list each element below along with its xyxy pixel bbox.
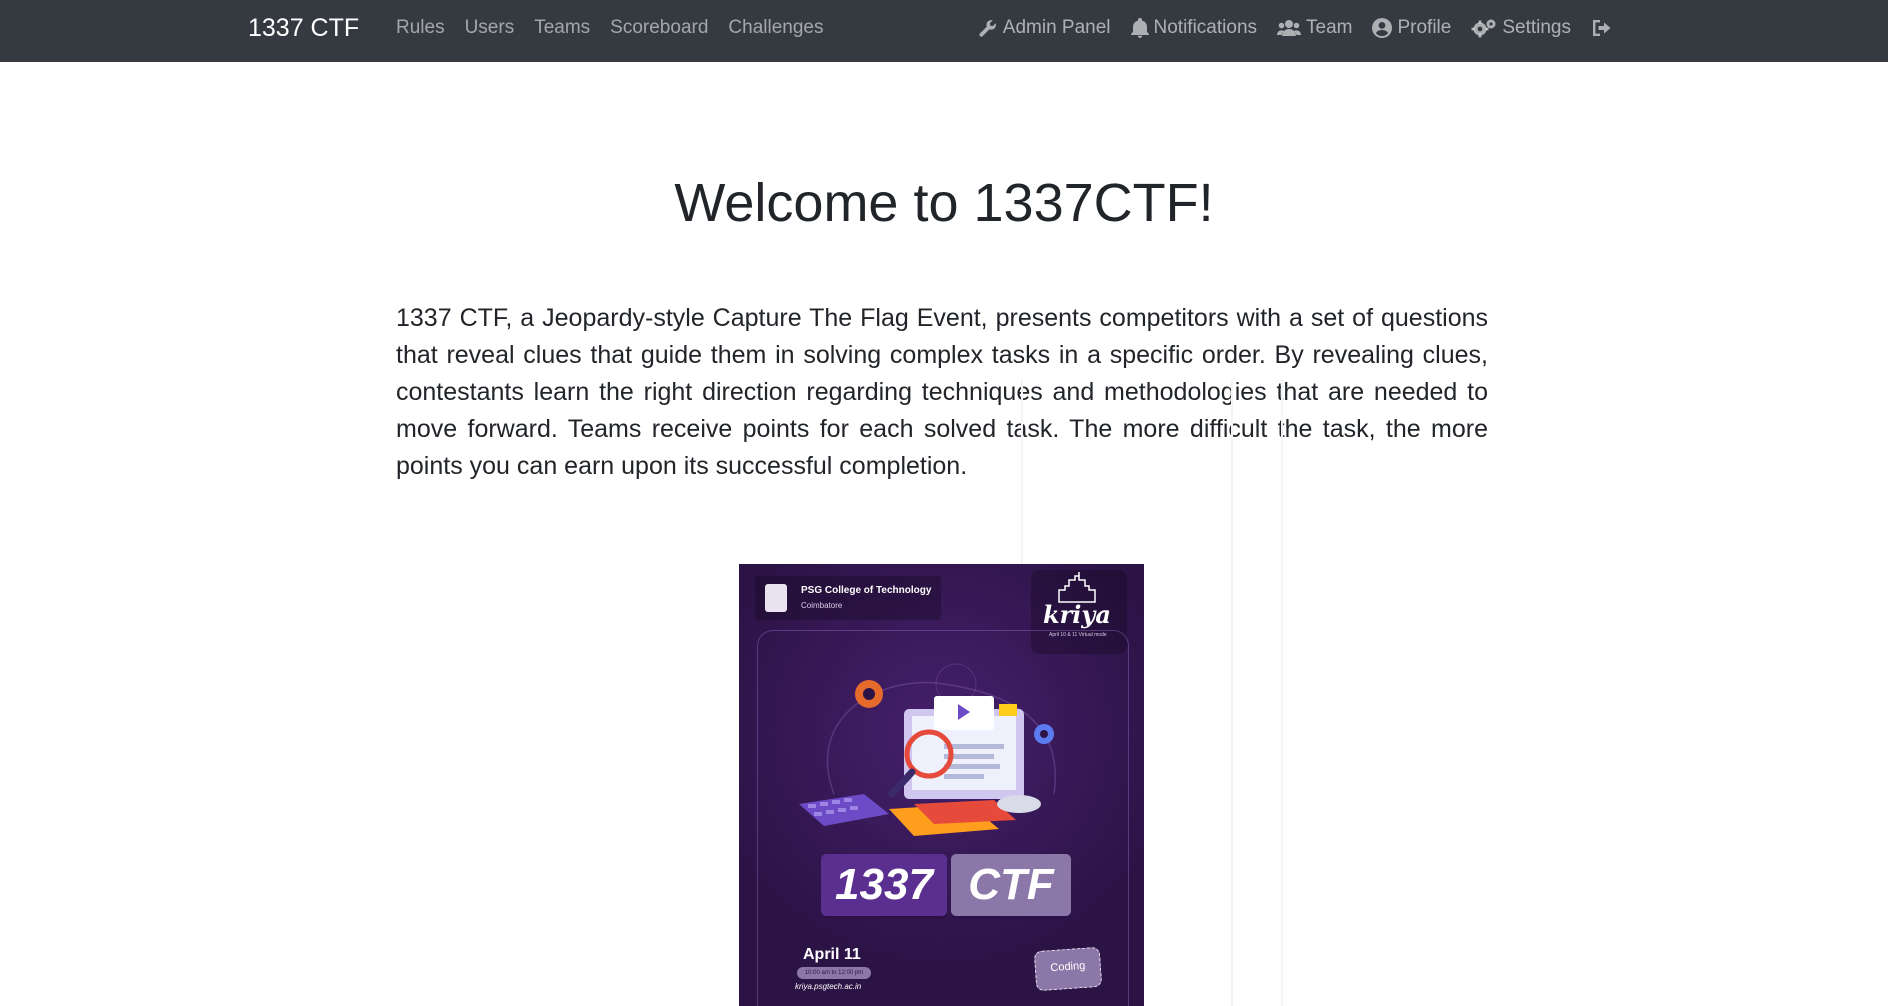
fest-logo-wordmark: kriya bbox=[1043, 600, 1111, 629]
ctf-word-block: CTF bbox=[951, 854, 1071, 916]
sign-out-icon bbox=[1593, 20, 1611, 36]
notifications-label: Notifications bbox=[1153, 17, 1258, 38]
settings-label: Settings bbox=[1502, 17, 1571, 38]
college-name: PSG College of Technology bbox=[801, 585, 932, 596]
nav-link-users[interactable]: Users bbox=[455, 17, 525, 39]
nav-link-notifications[interactable]: Notifications bbox=[1121, 17, 1268, 39]
nav-link-rules[interactable]: Rules bbox=[386, 17, 455, 39]
admin-panel-label: Admin Panel bbox=[1002, 17, 1111, 38]
nav-link-scoreboard[interactable]: Scoreboard bbox=[600, 17, 718, 39]
computer-illustration bbox=[799, 663, 1056, 836]
event-poster: PSG College of Technology Coimbatore kri… bbox=[739, 564, 1144, 1006]
nav-link-settings[interactable]: Settings bbox=[1461, 17, 1581, 39]
bell-icon bbox=[1130, 18, 1149, 38]
page-title: Welcome to 1337CTF! bbox=[674, 173, 1214, 233]
top-navbar: 1337 CTF Rules Users Teams Scoreboard Ch… bbox=[0, 0, 1888, 62]
user-circle-icon bbox=[1372, 18, 1393, 38]
coding-badge: Coding bbox=[1033, 946, 1103, 992]
nav-link-admin-panel[interactable]: Admin Panel bbox=[968, 17, 1121, 39]
nav-link-profile[interactable]: Profile bbox=[1362, 17, 1461, 39]
intro-paragraph: 1337 CTF, a Jeopardy-style Capture The F… bbox=[396, 304, 1488, 480]
nav-left-links: Rules Users Teams Scoreboard Challenges bbox=[386, 0, 833, 56]
college-banner: PSG College of Technology Coimbatore bbox=[755, 576, 941, 620]
event-time: 10:00 am to 12:00 pm bbox=[797, 967, 871, 979]
event-website: kriya.psgtech.ac.in bbox=[795, 982, 862, 991]
brand-link[interactable]: 1337 CTF bbox=[248, 0, 359, 56]
event-date: April 11 bbox=[803, 946, 861, 963]
ctf-number-block: 1337 bbox=[821, 854, 947, 916]
profile-label: Profile bbox=[1397, 17, 1452, 38]
cogs-icon bbox=[1471, 19, 1496, 38]
college-logo bbox=[765, 584, 787, 612]
nav-link-team[interactable]: Team bbox=[1267, 17, 1362, 39]
team-label: Team bbox=[1306, 17, 1353, 38]
nav-link-challenges[interactable]: Challenges bbox=[718, 17, 833, 39]
college-city: Coimbatore bbox=[801, 601, 843, 610]
nav-right-links: Admin Panel Notifications Team Profile S… bbox=[968, 0, 1623, 56]
wrench-icon bbox=[979, 20, 996, 37]
nav-link-teams[interactable]: Teams bbox=[524, 17, 600, 39]
users-icon bbox=[1277, 20, 1302, 36]
nav-link-logout[interactable] bbox=[1581, 18, 1623, 38]
